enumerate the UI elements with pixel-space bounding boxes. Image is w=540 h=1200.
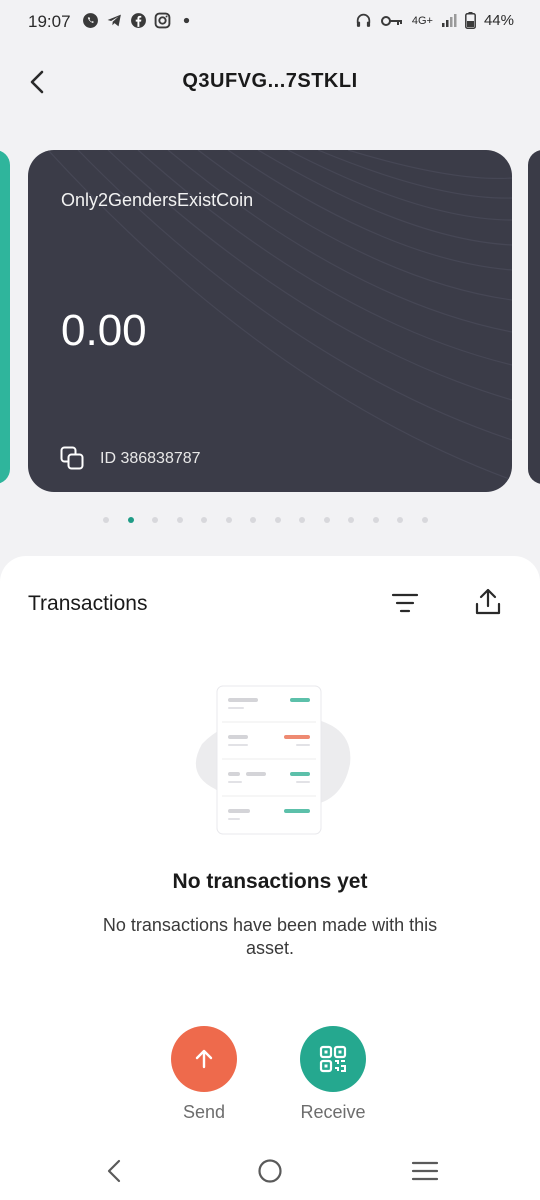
empty-state-description: No transactions have been made with this…	[102, 915, 438, 958]
whatsapp-icon	[83, 13, 98, 28]
empty-state-title: No transactions yet	[172, 870, 368, 893]
battery-percent: 44%	[483, 12, 514, 29]
signal-icon	[441, 13, 457, 27]
carousel-pagination	[103, 517, 428, 523]
previous-asset-card[interactable]	[0, 150, 10, 484]
share-upload-icon	[475, 588, 501, 615]
status-right: 4G+ 44%	[355, 12, 514, 29]
send-button[interactable]	[171, 1026, 237, 1092]
carousel-dot[interactable]	[127, 517, 134, 523]
filter-button[interactable]	[390, 588, 420, 618]
copy-id-button[interactable]	[60, 446, 84, 470]
carousel-dot[interactable]	[201, 517, 207, 523]
carousel-dot[interactable]	[225, 517, 232, 523]
carousel-dot[interactable]	[274, 517, 281, 523]
page-title: Q3UFVG...7STKLI	[182, 70, 358, 92]
arrow-up-icon	[195, 1049, 213, 1069]
nav-back-icon	[107, 1159, 121, 1183]
transactions-panel: Transactions No transactions yet No tran…	[0, 556, 540, 1200]
carousel-dot[interactable]	[250, 517, 256, 523]
receive-action[interactable]: Receive	[288, 1026, 378, 1123]
system-navigation-bar	[0, 1140, 540, 1200]
carousel-dot[interactable]	[176, 517, 183, 523]
carousel-dot[interactable]	[348, 517, 354, 523]
more-notifications-icon	[183, 17, 190, 24]
status-bar: 19:07 4G+ 44%	[0, 0, 540, 44]
vpn-key-icon	[380, 15, 402, 26]
copy-icon	[60, 446, 84, 470]
nav-home-button[interactable]	[255, 1156, 285, 1186]
transactions-title: Transactions	[28, 592, 148, 615]
carousel-dot[interactable]	[152, 517, 158, 523]
nav-menu-icon	[411, 1161, 439, 1181]
carousel-dot[interactable]	[323, 517, 330, 523]
asset-balance: 0.00	[61, 306, 147, 355]
headphones-icon	[356, 13, 371, 27]
send-label: Send	[182, 1102, 226, 1122]
nav-back-button[interactable]	[100, 1156, 130, 1186]
notification-icons	[82, 12, 195, 29]
next-asset-card[interactable]	[528, 150, 540, 484]
asset-id: ID 386838787	[100, 450, 201, 467]
asset-card[interactable]: Only2GendersExistCoin 0.00 ID 386838787	[28, 150, 512, 492]
carousel-dot[interactable]	[421, 517, 428, 523]
empty-transactions-illustration	[195, 685, 351, 835]
asset-name: Only2GendersExistCoin	[61, 190, 254, 210]
nav-home-icon	[258, 1159, 282, 1183]
wallet-asset-screen: 19:07 4G+ 44% Q3UFVG...7STKLI Only2Gende…	[0, 0, 540, 1200]
header: Q3UFVG...7STKLI	[0, 56, 540, 108]
status-time: 19:07	[28, 12, 71, 31]
network-type: 4G+	[411, 14, 433, 27]
battery-icon	[465, 12, 476, 29]
receive-label: Receive	[300, 1102, 366, 1122]
carousel-dot[interactable]	[103, 517, 109, 523]
carousel-dot[interactable]	[372, 517, 379, 523]
filter-icon	[391, 593, 419, 613]
carousel-dot[interactable]	[299, 517, 305, 523]
nav-recents-button[interactable]	[410, 1156, 440, 1186]
export-button[interactable]	[472, 586, 504, 618]
telegram-icon	[107, 14, 121, 27]
receive-button[interactable]	[300, 1026, 366, 1092]
facebook-icon	[131, 13, 146, 28]
instagram-icon	[154, 12, 171, 29]
carousel-dot[interactable]	[397, 517, 403, 523]
qr-code-icon	[319, 1045, 347, 1073]
send-action[interactable]: Send	[159, 1026, 249, 1123]
